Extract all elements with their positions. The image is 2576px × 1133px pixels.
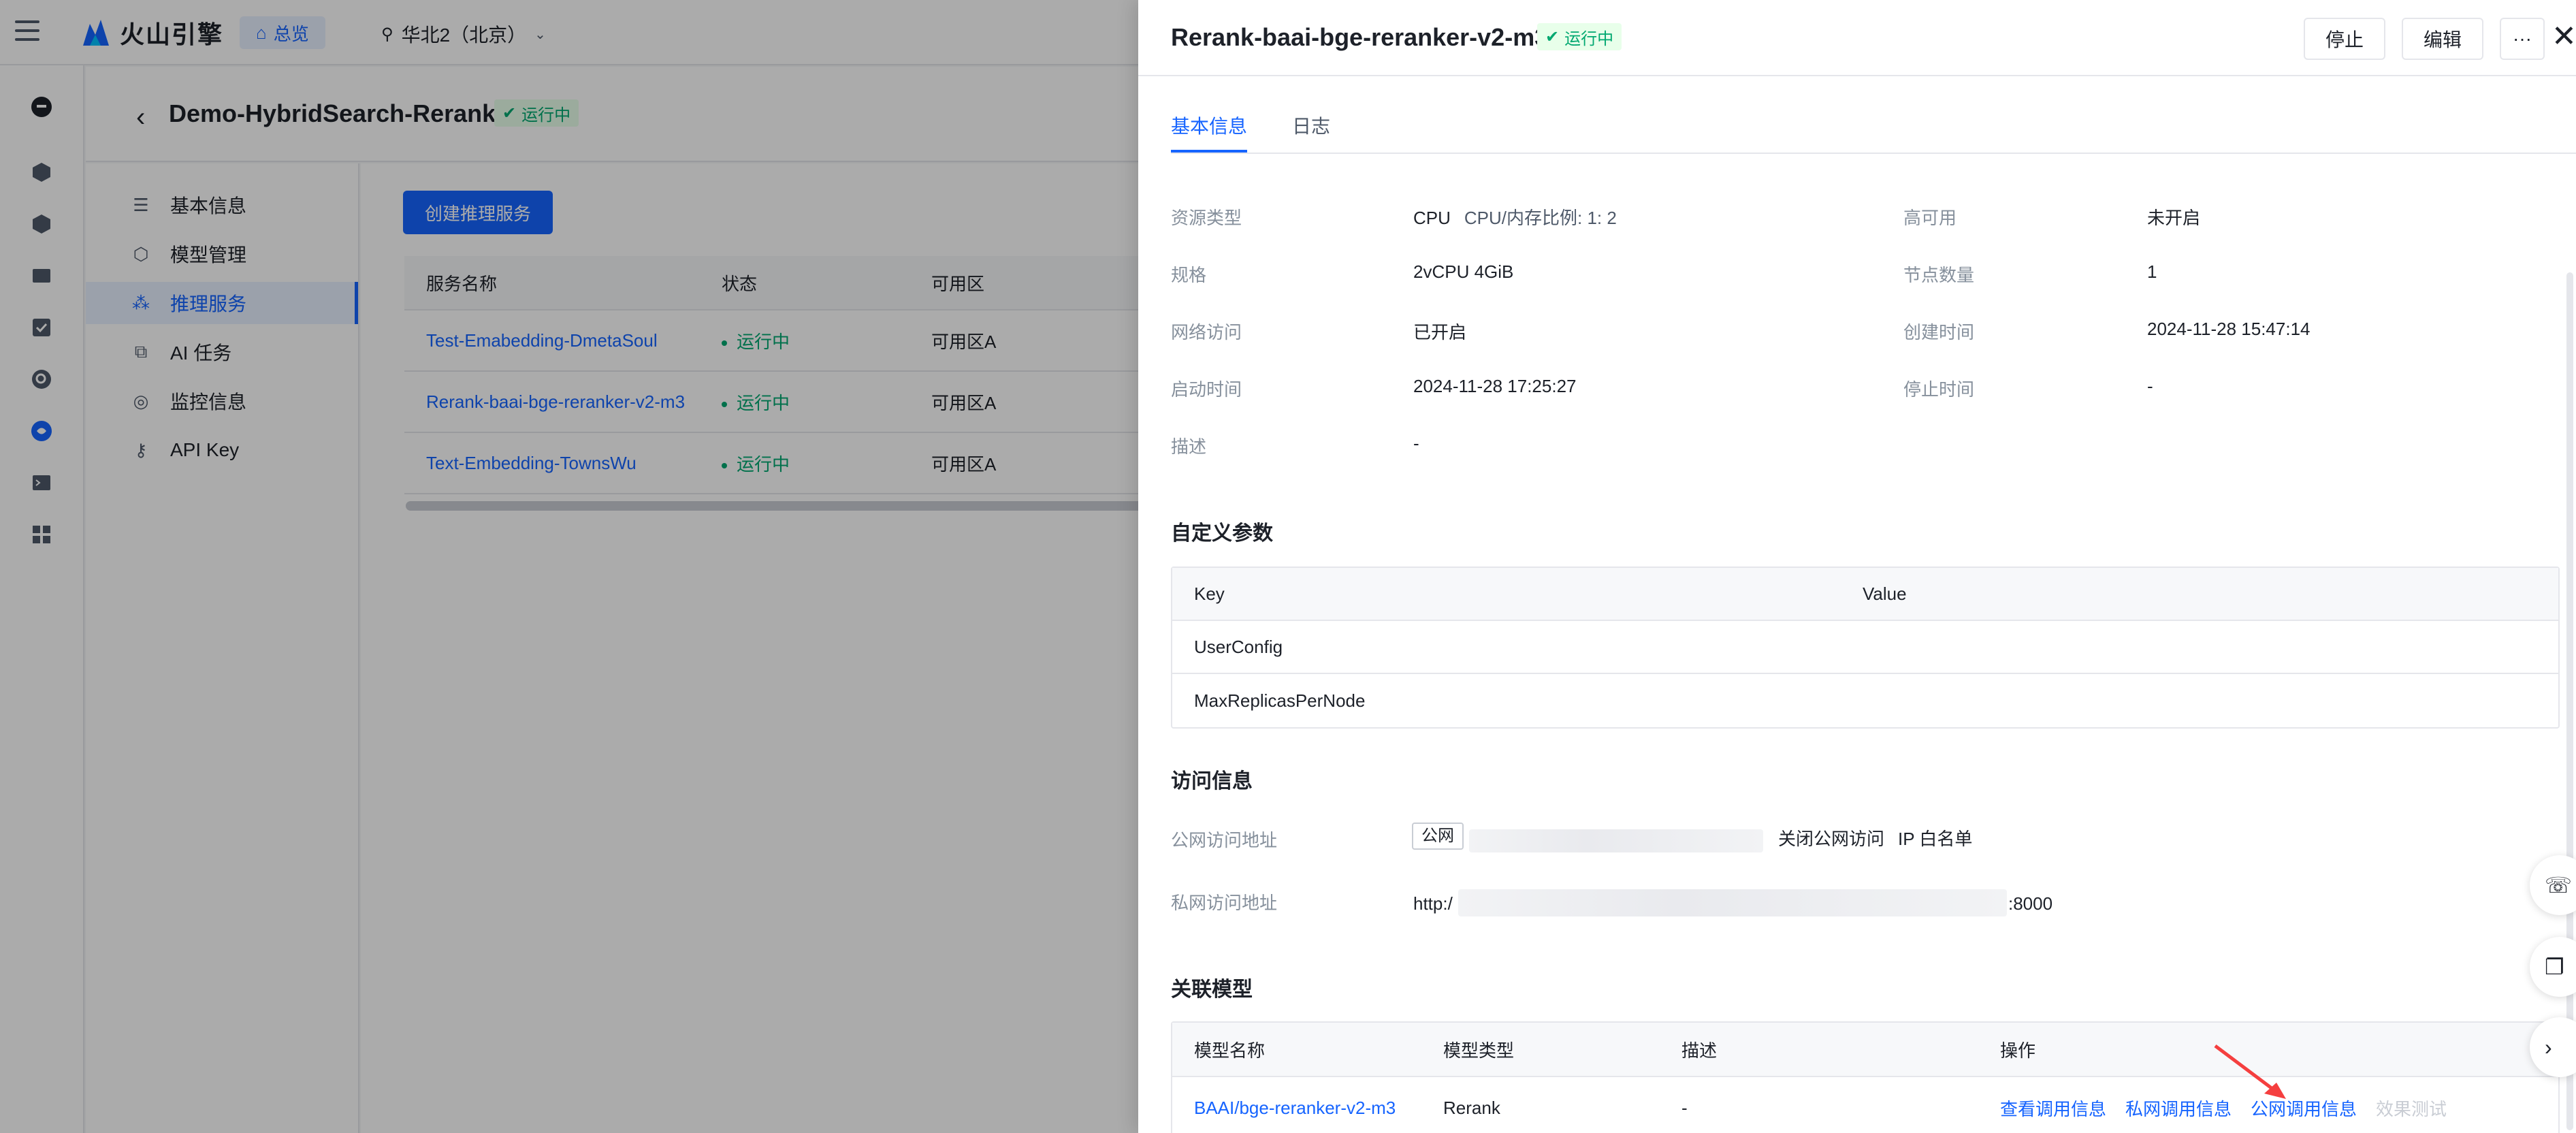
drawer-overlay-mask[interactable]: [0, 0, 1138, 1133]
node-count-value: 1: [2147, 261, 2157, 282]
created-time-value: 2024-11-28 15:47:14: [2147, 319, 2311, 339]
related-models-title: 关联模型: [1171, 978, 1253, 1001]
created-time-label: 创建时间: [1903, 322, 1975, 342]
model-name-link[interactable]: BAAI/bge-reranker-v2-m3: [1172, 1098, 1443, 1119]
column-header-model-name: 模型名称: [1194, 1040, 1266, 1061]
high-availability-value: 未开启: [2147, 208, 2201, 228]
more-actions-button[interactable]: ···: [2500, 18, 2545, 60]
redacted-private-address: [1458, 889, 2007, 916]
node-count-label: 节点数量: [1903, 265, 1975, 285]
vertical-scrollbar[interactable]: [2566, 272, 2573, 1130]
network-access-value: 已开启: [1413, 322, 1467, 342]
description-value: -: [1413, 433, 1419, 453]
tab-logs[interactable]: 日志: [1292, 112, 1330, 150]
stop-time-value: -: [2147, 376, 2153, 396]
private-address-prefix: http:/: [1413, 893, 1453, 914]
description-label: 描述: [1171, 436, 1207, 457]
model-description: -: [1681, 1097, 1688, 1118]
start-time-label: 启动时间: [1171, 379, 1242, 400]
edit-button[interactable]: 编辑: [2402, 18, 2483, 60]
related-models-table: 模型名称 模型类型 描述 操作 BAAI/bge-reranker-v2-m3 …: [1171, 1021, 2560, 1133]
custom-params-title: 自定义参数: [1171, 522, 1273, 545]
drawer-title: Rerank-baai-bge-reranker-v2-m3: [1171, 23, 1549, 51]
table-header: Key Value: [1172, 568, 2558, 621]
public-tag-label: 公网: [1412, 823, 1464, 850]
table-row: UserConfig: [1172, 621, 2558, 674]
public-address-label: 公网访问地址: [1171, 830, 1278, 850]
stop-button[interactable]: 停止: [2304, 18, 2385, 60]
stop-time-label: 停止时间: [1903, 379, 1975, 400]
ip-whitelist-link[interactable]: IP 白名单: [1898, 825, 1972, 850]
custom-params-table: Key Value UserConfig MaxReplicasPerNode: [1171, 566, 2560, 729]
param-key: MaxReplicasPerNode: [1194, 690, 1366, 711]
resource-type-label: 资源类型: [1171, 208, 1242, 228]
network-access-label: 网络访问: [1171, 322, 1242, 342]
close-icon[interactable]: ✕: [2551, 19, 2576, 54]
resource-type-text: CPU: [1413, 208, 1451, 228]
public-tag: 公网: [1412, 823, 1464, 850]
column-header-value: Value: [1863, 583, 1907, 604]
start-time-value: 2024-11-28 17:25:27: [1413, 376, 1577, 396]
table-header: 模型名称 模型类型 描述 操作: [1172, 1023, 2558, 1077]
private-address-port: :8000: [2008, 893, 2053, 914]
access-info-title: 访问信息: [1171, 770, 1253, 793]
redacted-public-address: [1469, 829, 1763, 852]
drawer-tabs: 基本信息 日志: [1171, 102, 2576, 154]
column-header-description: 描述: [1681, 1040, 1718, 1061]
column-header-model-type: 模型类型: [1443, 1040, 1515, 1061]
red-arrow-annotation-icon: [2214, 1044, 2286, 1099]
drawer-header: Rerank-baai-bge-reranker-v2-m3 ✔ 运行中 停止 …: [1138, 0, 2576, 76]
view-invocation-info-link[interactable]: 查看调用信息: [2000, 1099, 2106, 1119]
high-availability-label: 高可用: [1903, 208, 1957, 228]
table-row: MaxReplicasPerNode: [1172, 674, 2558, 727]
private-address-label: 私网访问地址: [1171, 893, 1278, 913]
service-detail-drawer: Rerank-baai-bge-reranker-v2-m3 ✔ 运行中 停止 …: [1138, 0, 2576, 1133]
model-type: Rerank: [1443, 1097, 1500, 1118]
spec-label: 规格: [1171, 265, 1207, 285]
resource-type-value: CPU CPU/内存比例: 1: 2: [1413, 204, 1617, 229]
cpu-memory-ratio: CPU/内存比例: 1: 2: [1464, 208, 1617, 228]
param-key: UserConfig: [1194, 636, 1283, 657]
table-row: BAAI/bge-reranker-v2-m3 Rerank - 查看调用信息私…: [1172, 1077, 2558, 1133]
tab-basic-info[interactable]: 基本信息: [1171, 112, 1248, 153]
close-public-access-link[interactable]: 关闭公网访问: [1778, 825, 1884, 850]
check-circle-icon: ✔: [1545, 27, 1560, 46]
effect-test-link: 效果测试: [2376, 1098, 2447, 1119]
drawer-status-badge: ✔ 运行中: [1537, 23, 1622, 50]
column-header-key: Key: [1194, 583, 1225, 604]
drawer-status-label: 运行中: [1564, 29, 1614, 48]
spec-value: 2vCPU 4GiB: [1413, 261, 1514, 282]
